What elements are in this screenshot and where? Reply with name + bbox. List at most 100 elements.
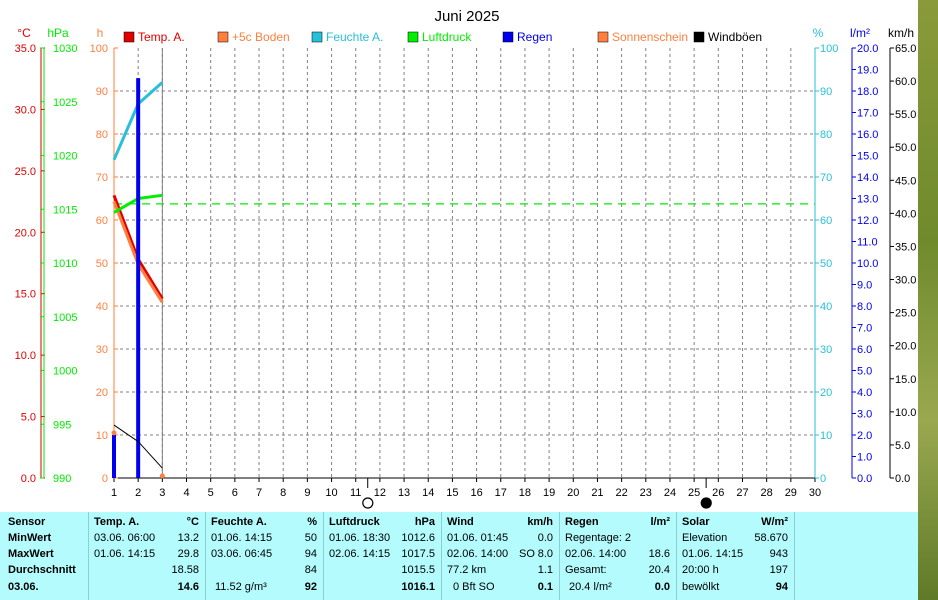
temp-unit-label: °C bbox=[17, 26, 31, 40]
x-tick-label: 24 bbox=[664, 487, 676, 499]
x-tick-label: 21 bbox=[591, 487, 603, 499]
rain-tick-label: 13.0 bbox=[857, 194, 878, 206]
rain-tick-label: 11.0 bbox=[857, 237, 878, 249]
hpa-tick-label: 1025 bbox=[53, 97, 77, 109]
rain-tick-label: 3.0 bbox=[857, 409, 872, 421]
wind-min-val: 0.0 bbox=[537, 532, 553, 544]
feuchte-current: 92 bbox=[304, 581, 317, 593]
feuchte-column: Feuchte A. % 01.06. 14:15 50 03.06. 06:4… bbox=[205, 512, 324, 600]
rain-tick-label: 18.0 bbox=[857, 86, 878, 98]
x-tick-label: 13 bbox=[398, 487, 410, 499]
luftdruck-avg: 1015.5 bbox=[401, 564, 435, 576]
feuchte-abs: 11.52 g/m³ bbox=[215, 581, 267, 593]
feuchte-min-time: 01.06. 14:15 bbox=[211, 532, 273, 544]
humidity-tick-label: 30 bbox=[820, 344, 832, 356]
x-tick-label: 8 bbox=[280, 487, 286, 499]
new-moon-icon bbox=[700, 497, 712, 509]
durchschnitt-label: Durchschnitt bbox=[8, 564, 76, 576]
legend-swatch bbox=[502, 31, 514, 43]
humidity-tick-label: 100 bbox=[820, 43, 838, 55]
hours-tick-label: 40 bbox=[96, 301, 108, 313]
hours-tick-label: 70 bbox=[96, 172, 108, 184]
hpa-tick-label: 1005 bbox=[53, 312, 77, 324]
x-tick-label: 12 bbox=[374, 487, 386, 499]
wind-unit: km/h bbox=[527, 516, 553, 528]
temp-column: Temp. A. °C 03.06. 06:00 13.2 01.06. 14:… bbox=[88, 512, 206, 600]
hours-tick-label: 0 bbox=[102, 473, 108, 485]
hours-tick-label: 80 bbox=[96, 129, 108, 141]
window-edge bbox=[918, 0, 938, 600]
wind-max-val: 8.0 bbox=[537, 548, 553, 560]
x-tick-label: 27 bbox=[736, 487, 748, 499]
x-tick-label: 6 bbox=[232, 487, 238, 499]
wind-bft: 0 Bft SO bbox=[453, 581, 495, 593]
rain-tick-label: 0.0 bbox=[857, 473, 872, 485]
regen-head: Regen bbox=[565, 516, 599, 528]
hpa-tick-label: 1015 bbox=[53, 204, 77, 216]
legend-label: Windböen bbox=[708, 30, 762, 44]
rain-tick-label: 15.0 bbox=[857, 151, 878, 163]
temp-head: Temp. A. bbox=[94, 516, 140, 528]
weather-chart: Juni 2025 Temp. A. +5c Boden Feuchte A. Luf… bbox=[15, 8, 916, 509]
regen-gesamt-val: 20.4 bbox=[648, 564, 670, 576]
hpa-unit-label: hPa bbox=[47, 26, 69, 40]
rain-tick-label: 7.0 bbox=[857, 323, 872, 335]
regen-gesamt-label: Gesamt: bbox=[565, 564, 607, 576]
temp-current: 14.6 bbox=[177, 581, 199, 593]
wind-tick-label: 60.0 bbox=[895, 76, 916, 88]
regen-tage: Regentage: 2 bbox=[565, 532, 632, 544]
hpa-tick-label: 1010 bbox=[53, 258, 77, 270]
regen-max-time: 02.06. 14:00 bbox=[565, 548, 627, 560]
x-tick-label: 29 bbox=[785, 487, 797, 499]
regen-cur-label: 20.4 l/m² bbox=[569, 581, 612, 593]
hpa-tick-label: 990 bbox=[53, 473, 71, 485]
chart-title: Juni 2025 bbox=[434, 8, 499, 25]
hours-unit-label: h bbox=[97, 26, 104, 40]
regen-bar bbox=[112, 435, 116, 478]
legend-label: Regen bbox=[517, 30, 552, 44]
x-tick-label: 15 bbox=[446, 487, 458, 499]
solar-current: 94 bbox=[775, 581, 788, 593]
legend-label: Luftdruck bbox=[422, 30, 472, 44]
wind-distance: 77.2 km bbox=[447, 564, 487, 576]
solar-sun-hours: 20:00 h bbox=[682, 564, 719, 576]
rain-unit-label: l/m² bbox=[850, 26, 870, 40]
legend-swatch bbox=[311, 31, 323, 43]
x-tick-label: 11 bbox=[350, 487, 361, 499]
rain-tick-label: 2.0 bbox=[857, 430, 872, 442]
solar-elev-label: Elevation bbox=[682, 532, 728, 544]
wind-column: Wind km/h 01.06. 01:45 0.0 02.06. 14:00 … bbox=[441, 512, 560, 600]
hours-tick-label: 90 bbox=[96, 86, 108, 98]
x-tick-label: 25 bbox=[688, 487, 700, 499]
luftdruck-min-time: 01.06. 18:30 bbox=[329, 532, 391, 544]
legend-label: Temp. A. bbox=[138, 30, 185, 44]
temp-tick-label: 20.0 bbox=[15, 227, 36, 239]
feuchte-avg: 84 bbox=[304, 564, 317, 576]
wind-tick-label: 0.0 bbox=[895, 473, 910, 485]
humidity-tick-label: 20 bbox=[820, 387, 832, 399]
rain-tick-label: 10.0 bbox=[857, 258, 878, 270]
luftdruck-max-val: 1017.5 bbox=[401, 548, 435, 560]
rain-tick-label: 9.0 bbox=[857, 280, 872, 292]
temp-min-val: 13.2 bbox=[177, 532, 199, 544]
x-tick-label: 19 bbox=[543, 487, 555, 499]
x-tick-label: 4 bbox=[183, 487, 189, 499]
rain-tick-label: 8.0 bbox=[857, 301, 872, 313]
x-tick-label: 10 bbox=[325, 487, 337, 499]
x-tick-label: 23 bbox=[640, 487, 652, 499]
sensor-head: Sensor bbox=[8, 516, 46, 528]
luftdruck-max-time: 02.06. 14:15 bbox=[329, 548, 391, 560]
sensor-column: Sensor MinWert MaxWert Durchschnitt 03.0… bbox=[0, 512, 89, 600]
sonnenschein-point bbox=[159, 473, 165, 479]
x-tick-label: 16 bbox=[470, 487, 482, 499]
legend-label: Sonnenschein bbox=[612, 30, 688, 44]
rain-tick-label: 12.0 bbox=[857, 215, 878, 227]
x-tick-label: 1 bbox=[111, 487, 117, 499]
solar-head: Solar bbox=[682, 516, 710, 528]
rain-tick-label: 6.0 bbox=[857, 344, 872, 356]
solar-sky: bewölkt bbox=[682, 581, 720, 593]
x-tick-label: 2 bbox=[135, 487, 141, 499]
wind-tick-label: 30.0 bbox=[895, 275, 916, 287]
x-tick-label: 20 bbox=[567, 487, 579, 499]
feuchte-min-val: 50 bbox=[304, 532, 317, 544]
